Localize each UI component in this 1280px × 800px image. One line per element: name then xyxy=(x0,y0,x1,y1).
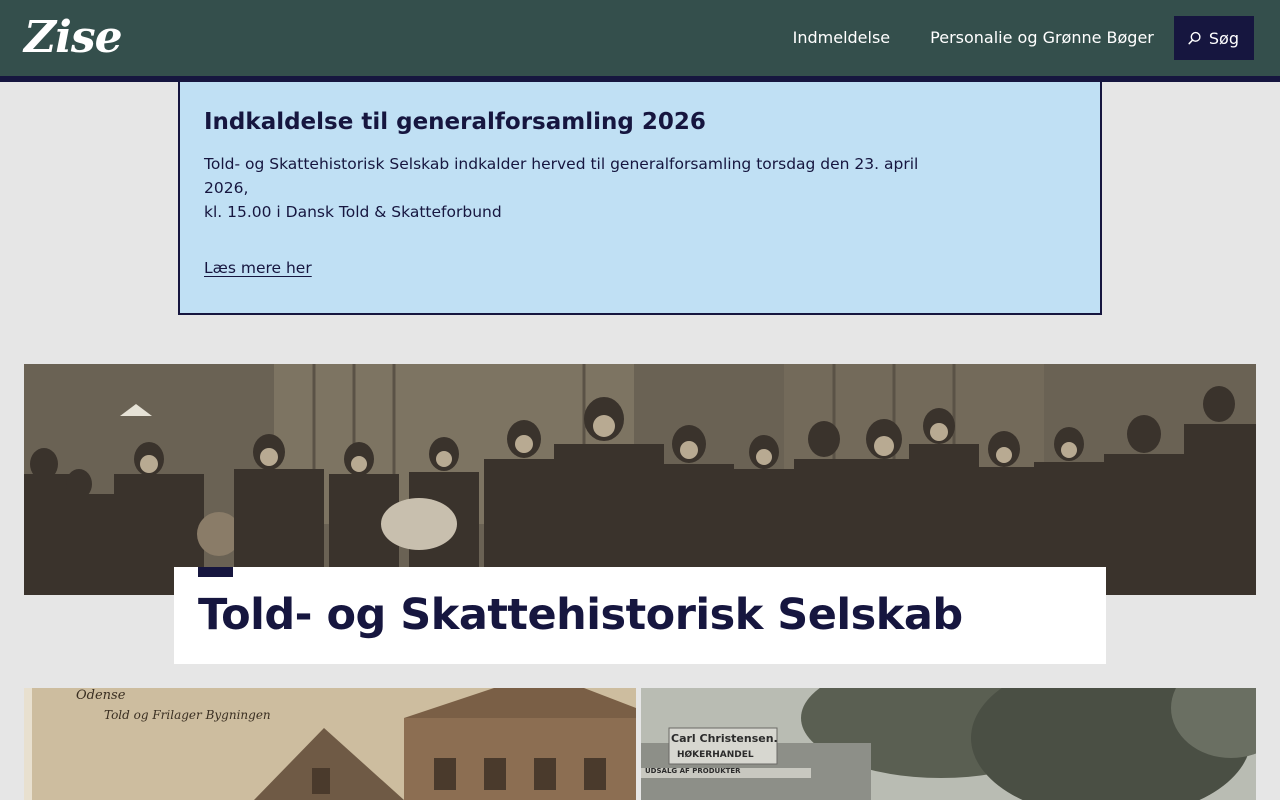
photo-left-caption-2: Told og Frilager Bygningen xyxy=(104,708,271,722)
photo-right-sign-2: HØKERHANDEL xyxy=(677,750,754,760)
photo-right-sign-1: Carl Christensen. xyxy=(671,732,778,745)
photo-hoekerhandel[interactable]: Carl Christensen. HØKERHANDEL UDSALG AF … xyxy=(641,688,1256,800)
read-more-link[interactable]: Læs mere her xyxy=(204,256,312,280)
notice-body: Told- og Skattehistorisk Selskab indkald… xyxy=(204,152,964,224)
photo-toldbygning[interactable]: Odense Told og Frilager Bygningen xyxy=(24,688,636,800)
search-button-label: Søg xyxy=(1208,28,1239,48)
search-icon xyxy=(1188,31,1202,45)
site-logo[interactable]: Zise xyxy=(24,12,123,64)
nav-link-indmeldelse[interactable]: Indmeldelse xyxy=(793,16,891,60)
hero-accent-bar xyxy=(198,567,233,577)
hero-title-box: Told- og Skattehistorisk Selskab xyxy=(174,567,1106,664)
main-nav: Indmeldelse Personalie og Grønne Bøger S… xyxy=(793,16,1254,60)
photo-left-illustration xyxy=(24,688,636,800)
notice-box: Indkaldelse til generalforsamling 2026 T… xyxy=(178,82,1102,315)
notice-body-line-1: Told- og Skattehistorisk Selskab indkald… xyxy=(204,155,919,197)
notice-body-line-2: kl. 15.00 i Dansk Told & Skatteforbund xyxy=(204,203,502,221)
notice-title: Indkaldelse til generalforsamling 2026 xyxy=(204,109,706,135)
photo-left-caption-1: Odense xyxy=(76,688,126,703)
hero-title: Told- og Skattehistorisk Selskab xyxy=(198,590,963,640)
nav-link-personalie[interactable]: Personalie og Grønne Bøger xyxy=(930,16,1154,60)
search-button[interactable]: Søg xyxy=(1173,16,1254,60)
photo-right-sign-3: UDSALG AF PRODUKTER xyxy=(645,767,741,775)
hero-photo-illustration xyxy=(24,364,1256,595)
site-header: Zise Indmeldelse Personalie og Grønne Bø… xyxy=(0,0,1280,82)
hero-image xyxy=(24,364,1256,595)
